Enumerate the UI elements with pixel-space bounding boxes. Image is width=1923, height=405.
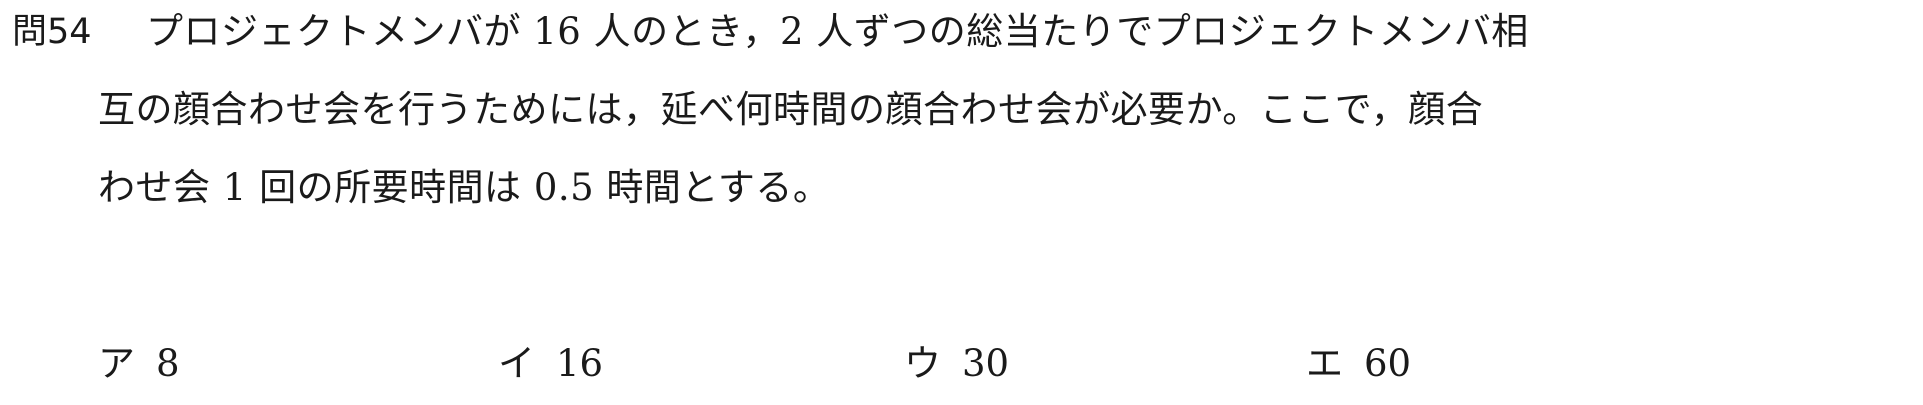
answer-choice-a[interactable]: ア8 xyxy=(98,336,180,392)
exam-question: 問54 プロジェクトメンバが 16 人のとき，2 人ずつの総当たりでプロジェクト… xyxy=(0,0,1923,405)
question-text-line-3: わせ会 1 回の所要時間は 0.5 時間とする。 xyxy=(98,166,831,209)
choice-value: 8 xyxy=(156,342,180,385)
choice-value: 30 xyxy=(962,342,1010,385)
choice-label: ウ xyxy=(904,342,941,385)
answer-choice-e[interactable]: エ 60 xyxy=(1306,336,1411,392)
choice-value: 60 xyxy=(1364,342,1412,385)
question-number: 問54 xyxy=(12,12,92,52)
question-text-line-2: 互の顔合わせ会を行うためには，延べ何時間の顔合わせ会が必要か。ここで，顔合 xyxy=(98,88,1484,131)
question-text-line-1: プロジェクトメンバが 16 人のとき，2 人ずつの総当たりでプロジェクトメンバ相 xyxy=(146,10,1529,53)
choice-value: 16 xyxy=(556,342,604,385)
answer-choice-u[interactable]: ウ 30 xyxy=(904,336,1009,392)
choice-label: エ xyxy=(1306,342,1343,385)
answer-choice-i[interactable]: イ 16 xyxy=(498,336,603,392)
choice-label: イ xyxy=(498,342,535,385)
choice-label: ア xyxy=(98,342,135,385)
